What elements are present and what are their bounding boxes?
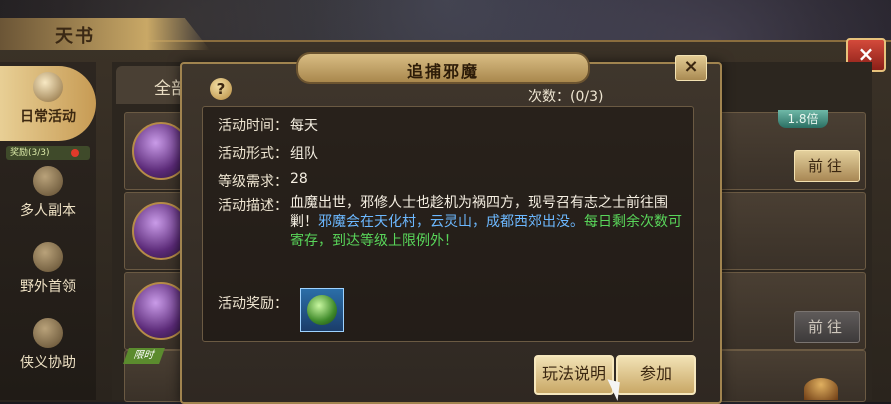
time-value: 每天: [290, 118, 318, 134]
form-value: 组队: [290, 146, 318, 162]
jade-icon: [307, 295, 337, 325]
scroll-icon: [33, 72, 63, 102]
sidebar-item-label: 多人副本: [20, 203, 76, 219]
join-button[interactable]: 参加: [616, 355, 696, 395]
sidebar-item-daily-activities[interactable]: 日常活动: [0, 66, 96, 141]
rules-button[interactable]: 玩法说明: [534, 355, 614, 395]
go-button[interactable]: 前往: [794, 311, 860, 343]
description-locations: 邪魔会在天化村，云灵山，成都西郊出没。: [318, 214, 584, 230]
sidebar-item-hero-assist[interactable]: 侠义协助: [0, 312, 96, 387]
panel-title: 天书: [55, 26, 95, 47]
dialog-title: 追捕邪魔: [406, 62, 479, 81]
time-label: 活动时间：: [218, 118, 288, 134]
description-text: 血魔出世，邪修人士也趁机为祸四方，现号召有志之士前往围剿！邪魔会在天化村，云灵山…: [290, 194, 688, 251]
sidebar-item-field-boss[interactable]: 野外首领: [0, 236, 96, 311]
dialog-close-button[interactable]: ×: [675, 55, 707, 81]
go-button[interactable]: 前往: [794, 150, 860, 182]
sidebar-item-label: 野外首领: [20, 279, 76, 295]
time-limited-tag: 限时: [123, 348, 165, 364]
sidebar-item-label: 日常活动: [20, 109, 76, 125]
treasure-icon[interactable]: [804, 378, 838, 400]
sidebar-item-multiplayer-dungeon[interactable]: 多人副本: [0, 160, 96, 235]
multiplier-badge: 1.8倍: [778, 110, 828, 128]
help-icon[interactable]: ?: [210, 78, 232, 100]
sidebar-item-label: 侠义协助: [20, 355, 76, 371]
description-label: 活动描述：: [218, 198, 288, 214]
notification-dot: [71, 149, 79, 157]
reward-item-icon[interactable]: [300, 288, 344, 332]
dungeon-icon: [33, 166, 63, 196]
form-label: 活动形式：: [218, 146, 288, 162]
level-label: 等级需求：: [218, 174, 288, 190]
reward-label: 活动奖励：: [218, 296, 288, 312]
level-value: 28: [290, 171, 308, 187]
boss-icon: [33, 242, 63, 272]
attempt-count: 次数：(0/3): [528, 89, 604, 105]
help-hero-icon: [33, 318, 63, 348]
panel-title-tab: [0, 18, 210, 50]
